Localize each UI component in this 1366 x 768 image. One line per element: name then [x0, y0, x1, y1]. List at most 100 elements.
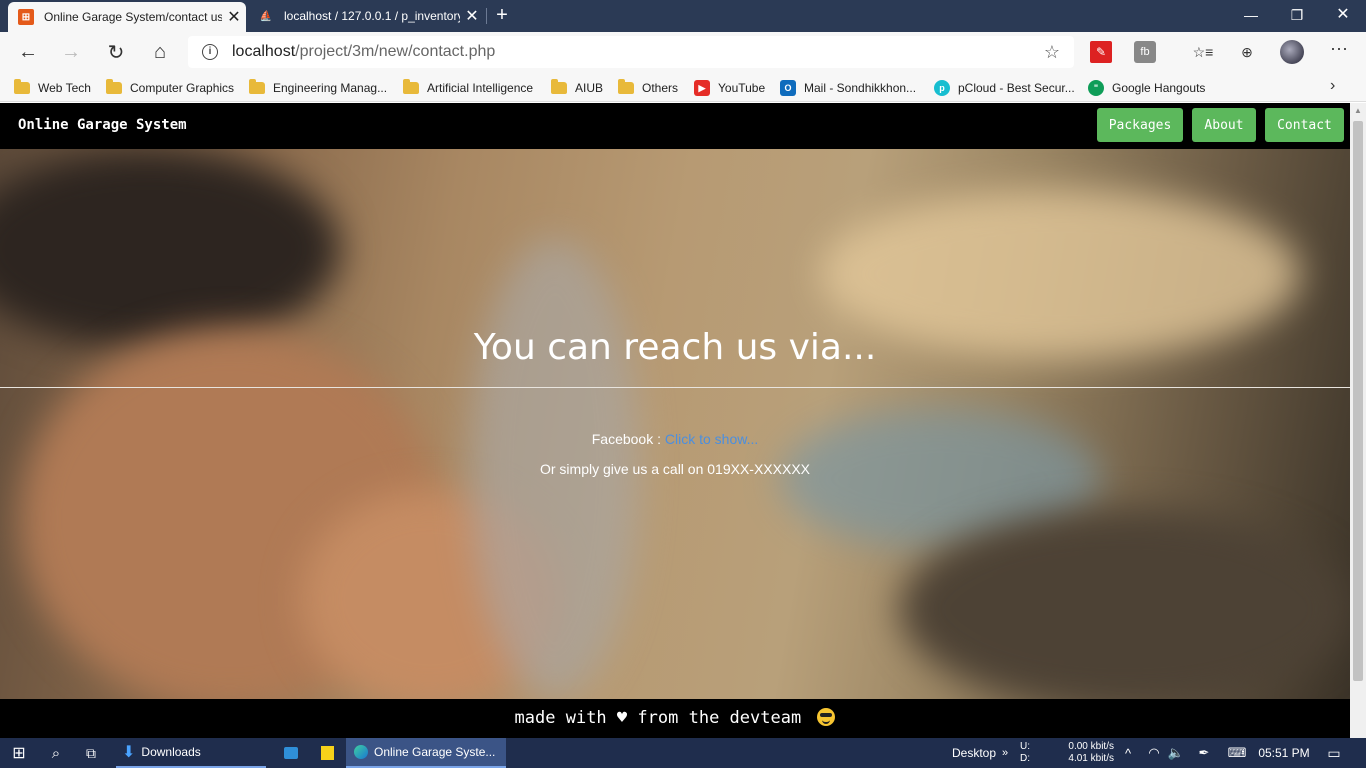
- xampp-favicon-icon: ⊞: [18, 9, 34, 25]
- folder-icon: [106, 79, 122, 94]
- chevron-right-icon[interactable]: ›: [1330, 77, 1335, 95]
- call-text: Or simply give us a call on 019XX-XXXXXX: [539, 461, 810, 477]
- refresh-icon[interactable]: ↻: [100, 36, 132, 68]
- download-label: D:: [1020, 753, 1030, 764]
- scroll-up-arrow-icon[interactable]: ▲: [1350, 103, 1366, 119]
- bookmark-label: Computer Graphics: [130, 81, 235, 95]
- folder-icon: [551, 79, 567, 94]
- taskbar-downloads[interactable]: ⬇ Downloads: [116, 738, 266, 768]
- close-tab-icon[interactable]: ✕: [460, 6, 484, 26]
- app-window-icon: [284, 747, 298, 759]
- url-host: localhost: [232, 43, 296, 60]
- bookmark-others[interactable]: Others: [618, 77, 678, 99]
- volume-icon[interactable]: 🔈: [1166, 738, 1186, 768]
- tab-separator: [486, 8, 487, 24]
- profile-avatar[interactable]: [1280, 40, 1304, 64]
- bookmarks-bar: Web Tech Computer Graphics Engineering M…: [0, 72, 1366, 102]
- collections-icon[interactable]: ⊕: [1236, 41, 1258, 63]
- taskbar-app-icon[interactable]: [280, 738, 302, 768]
- tab-online-garage-contact[interactable]: ⊞ Online Garage System/contact us ✕: [8, 2, 246, 32]
- heart-icon: ♥: [616, 708, 628, 728]
- hero-title: You can reach us via...: [473, 327, 877, 368]
- taskbar-edge-window[interactable]: Online Garage Syste...: [346, 738, 506, 768]
- url-path: /project/3m/new/contact.php: [295, 43, 496, 60]
- bookmark-computer-graphics[interactable]: Computer Graphics: [106, 77, 234, 99]
- minimize-button[interactable]: —: [1228, 0, 1274, 30]
- bookmark-engineering-management[interactable]: Engineering Manag...: [249, 77, 387, 99]
- close-tab-icon[interactable]: ✕: [222, 7, 246, 27]
- site-info-icon[interactable]: i: [202, 44, 218, 60]
- bookmark-label: Artificial Intelligence: [427, 81, 534, 95]
- bookmark-artificial-intelligence[interactable]: Artificial Intelligence: [403, 77, 533, 99]
- taskbar-desktop-toolbar[interactable]: Desktop: [952, 738, 996, 768]
- hero-section: You can reach us via... Facebook : Click…: [0, 149, 1350, 699]
- footer-text-after: from the devteam: [637, 708, 802, 728]
- taskbar-sticky-notes[interactable]: [316, 738, 338, 768]
- taskbar-edge-label: Online Garage Syste...: [374, 745, 496, 759]
- hangouts-icon: ": [1088, 80, 1104, 96]
- bookmark-pcloud[interactable]: p pCloud - Best Secur...: [934, 77, 1075, 99]
- home-icon[interactable]: ⌂: [144, 36, 176, 68]
- hero-background-image: [0, 149, 340, 349]
- network-speed-labels: U: D:: [1020, 738, 1030, 768]
- more-menu-icon[interactable]: ···: [1326, 38, 1352, 64]
- url-text[interactable]: localhost/project/3m/new/contact.php: [232, 43, 1040, 61]
- favorite-star-icon[interactable]: ☆: [1040, 42, 1064, 63]
- tab-title: localhost / 127.0.0.1 / p_inventory: [284, 9, 460, 23]
- windows-start-icon[interactable]: ⊞: [0, 738, 38, 768]
- web-page: Online Garage System Packages About Cont…: [0, 103, 1350, 738]
- chevron-up-icon[interactable]: ^: [1118, 738, 1138, 768]
- bookmark-google-hangouts[interactable]: " Google Hangouts: [1088, 77, 1205, 99]
- page-scrollbar[interactable]: ▲: [1350, 103, 1366, 738]
- bookmark-aiub[interactable]: AIUB: [551, 77, 603, 99]
- tab-title: Online Garage System/contact us: [44, 10, 222, 24]
- wifi-icon[interactable]: ◠: [1144, 738, 1164, 768]
- extension-pdf-icon[interactable]: ✎: [1090, 41, 1112, 63]
- facebook-show-link[interactable]: Click to show...: [665, 431, 758, 447]
- folder-icon: [14, 79, 30, 94]
- hero-divider: [0, 387, 1350, 388]
- hero-background-image: [900, 509, 1350, 699]
- sticky-notes-icon: [320, 746, 334, 760]
- new-tab-button[interactable]: +: [490, 4, 514, 28]
- folder-icon: [249, 79, 265, 94]
- download-arrow-icon: ⬇: [122, 744, 136, 761]
- bookmark-label: Web Tech: [38, 81, 91, 95]
- favorites-list-icon[interactable]: ☆≡: [1192, 41, 1214, 63]
- nav-packages-button[interactable]: Packages: [1097, 108, 1183, 142]
- site-brand[interactable]: Online Garage System: [18, 117, 187, 133]
- bookmark-web-tech[interactable]: Web Tech: [14, 77, 91, 99]
- address-bar[interactable]: i localhost/project/3m/new/contact.php ☆: [188, 36, 1074, 68]
- pen-icon[interactable]: ✒: [1194, 738, 1214, 768]
- bookmark-label: pCloud - Best Secur...: [958, 81, 1075, 95]
- restore-button[interactable]: ❐: [1274, 0, 1320, 30]
- system-clock[interactable]: 05:51 PM: [1256, 738, 1312, 768]
- browser-toolbar: ← → ↻ ⌂ i localhost/project/3m/new/conta…: [0, 32, 1366, 72]
- taskbar-downloads-label: Downloads: [141, 745, 201, 759]
- bookmark-mail[interactable]: O Mail - Sondhikkhon...: [780, 77, 916, 99]
- notification-icon[interactable]: ▭: [1322, 738, 1346, 768]
- nav-contact-button[interactable]: Contact: [1265, 108, 1344, 142]
- site-navbar: Online Garage System Packages About Cont…: [0, 103, 1350, 149]
- nav-about-button[interactable]: About: [1192, 108, 1256, 142]
- site-footer: made with ♥ from the devteam: [0, 699, 1350, 738]
- scroll-thumb[interactable]: [1353, 121, 1363, 681]
- keyboard-icon[interactable]: ⌨: [1224, 738, 1250, 768]
- facebook-line: Facebook : Click to show...: [0, 431, 1350, 447]
- bookmark-label: AIUB: [575, 81, 604, 95]
- tab-phpmyadmin[interactable]: ⛵ localhost / 127.0.0.1 / p_inventory ✕: [248, 0, 484, 32]
- close-window-button[interactable]: ✕: [1320, 0, 1366, 30]
- search-icon[interactable]: ⌕: [40, 738, 72, 768]
- folder-icon: [618, 79, 634, 94]
- bookmark-label: Google Hangouts: [1112, 81, 1206, 95]
- facebook-label: Facebook :: [591, 431, 661, 447]
- back-arrow-icon[interactable]: ←: [12, 36, 44, 68]
- edge-browser-icon: [354, 745, 368, 759]
- phpmyadmin-favicon-icon: ⛵: [259, 10, 273, 22]
- forward-arrow-icon[interactable]: →: [55, 36, 87, 68]
- task-view-icon[interactable]: ⧉: [76, 738, 106, 768]
- extension-icon[interactable]: fb: [1134, 41, 1156, 63]
- bookmark-youtube[interactable]: ▶ YouTube: [694, 77, 765, 99]
- youtube-icon: ▶: [694, 80, 710, 96]
- double-chevron-icon[interactable]: »: [1002, 738, 1008, 768]
